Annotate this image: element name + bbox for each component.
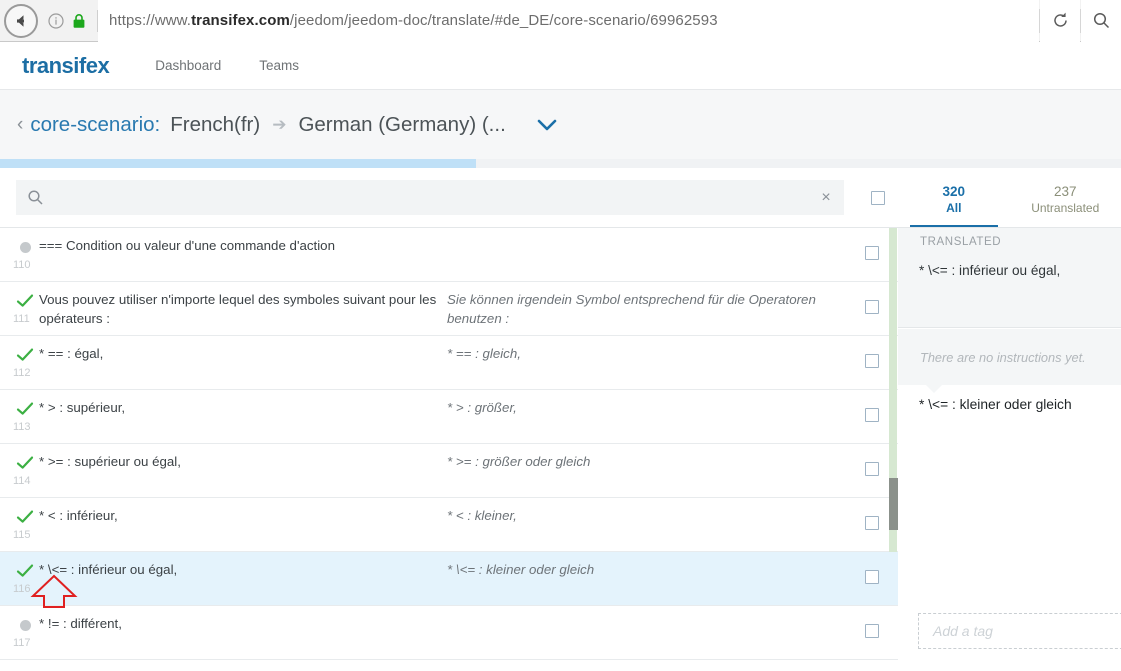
row-number: 113 <box>13 421 31 433</box>
browser-actions <box>1039 0 1121 42</box>
row-checkbox[interactable] <box>865 354 879 368</box>
reload-icon[interactable] <box>1040 0 1080 42</box>
string-detail-panel: TRANSLATED * \<= : inférieur ou égal, Th… <box>898 228 1121 671</box>
row-target-text[interactable]: * \<= : kleiner oder gleich <box>447 560 847 579</box>
url-protocol: https://www. <box>109 12 192 29</box>
list-scrollbar-thumb[interactable] <box>889 478 898 530</box>
row-number: 112 <box>13 367 31 379</box>
add-tag-placeholder: Add a tag <box>933 623 993 639</box>
status-translated-check-icon <box>16 400 34 418</box>
tab-untranslated-count: 237 <box>1053 183 1077 199</box>
row-number: 114 <box>13 475 31 487</box>
translation-progress-track <box>0 159 1121 168</box>
row-number: 116 <box>13 583 31 595</box>
table-row[interactable]: 116 * \<= : inférieur ou égal, * \<= : kle… <box>0 552 898 606</box>
browser-search-icon[interactable] <box>1081 0 1121 42</box>
url-host: transifex.com <box>191 12 290 29</box>
row-number: 111 <box>13 313 30 325</box>
detail-source-section: TRANSLATED * \<= : inférieur ou égal, <box>898 228 1121 328</box>
lock-icon <box>72 13 86 29</box>
status-translated-check-icon <box>16 346 34 364</box>
tab-untranslated[interactable]: 237 Untranslated <box>1010 168 1121 228</box>
row-number: 115 <box>13 529 31 541</box>
language-breadcrumb-bar: ‹ core-scenario: French(fr) ➔ German (Ge… <box>0 89 1121 159</box>
search-clear-button[interactable]: × <box>808 180 844 215</box>
row-checkbox[interactable] <box>865 516 879 530</box>
row-target-text[interactable]: * >= : größer oder gleich <box>447 452 847 471</box>
browser-toolbar: https://www.transifex.com/jeedom/jeedom-… <box>0 0 1121 42</box>
row-source-text[interactable]: * >= : supérieur ou égal, <box>39 452 439 471</box>
detail-status-label: TRANSLATED <box>920 236 1002 248</box>
table-row[interactable]: 113 * > : supérieur, * > : größer, <box>0 390 898 444</box>
detail-instructions-text: There are no instructions yet. <box>920 349 1086 365</box>
tab-all-count: 320 <box>942 183 966 199</box>
url-path: /jeedom/jeedom-doc/translate/#de_DE/core… <box>289 12 718 29</box>
row-source-text[interactable]: * == : égal, <box>39 344 439 363</box>
status-translated-check-icon <box>16 508 34 526</box>
nav-link-teams[interactable]: Teams <box>259 58 299 73</box>
status-translated-check-icon <box>16 454 34 472</box>
search-input[interactable] <box>53 190 808 205</box>
detail-source-text: * \<= : inférieur ou égal, <box>919 263 1061 278</box>
row-target-text[interactable]: * == : gleich, <box>447 344 847 363</box>
search-toolbar: × <box>0 168 858 228</box>
status-translated-check-icon <box>16 292 34 310</box>
target-language-label: German (Germany) (... <box>298 112 506 136</box>
search-box[interactable]: × <box>16 180 844 215</box>
row-checkbox[interactable] <box>865 246 879 260</box>
row-number: 110 <box>13 259 31 271</box>
table-row[interactable]: 114 * >= : supérieur ou égal, * >= : größe… <box>0 444 898 498</box>
app-navbar: transifex Dashboard Teams <box>0 42 1121 89</box>
source-language-label: French(fr) <box>170 112 261 136</box>
translation-progress-fill <box>0 159 477 168</box>
table-row[interactable]: 111 Vous pouvez utiliser n'importe lequel… <box>0 282 898 336</box>
row-checkbox[interactable] <box>865 300 879 314</box>
info-icon[interactable] <box>48 12 64 29</box>
row-source-text[interactable]: * != : différent, <box>39 614 439 633</box>
status-untranslated-dot-icon <box>16 616 34 634</box>
back-arrow-icon[interactable] <box>4 3 38 38</box>
nav-link-dashboard[interactable]: Dashboard <box>155 58 221 73</box>
row-checkbox[interactable] <box>865 570 879 584</box>
breadcrumb-project[interactable]: core-scenario: <box>30 113 160 137</box>
row-target-text[interactable]: * < : kleiner, <box>447 506 847 525</box>
row-source-text[interactable]: Vous pouvez utiliser n'importe lequel de… <box>39 290 439 328</box>
detail-instructions-section: There are no instructions yet. <box>898 329 1121 385</box>
status-untranslated-dot-icon <box>16 238 34 256</box>
list-scrollbar-track[interactable] <box>889 228 898 671</box>
add-tag-field[interactable]: Add a tag <box>918 613 1121 649</box>
row-source-text[interactable]: === Condition ou valeur d'une commande d… <box>39 236 439 255</box>
detail-caret-icon <box>926 385 942 393</box>
transifex-logo[interactable]: transifex <box>22 53 110 79</box>
detail-target-text[interactable]: * \<= : kleiner oder gleich <box>919 395 1115 415</box>
row-checkbox[interactable] <box>865 624 879 638</box>
select-all-checkbox[interactable] <box>871 190 885 205</box>
table-row[interactable]: 115 * < : inférieur, * < : kleiner, <box>0 498 898 552</box>
tab-untranslated-label: Untranslated <box>1031 200 1100 215</box>
row-checkbox[interactable] <box>865 462 879 476</box>
row-source-text[interactable]: * \<= : inférieur ou égal, <box>39 560 439 579</box>
row-checkbox[interactable] <box>865 408 879 422</box>
tab-all[interactable]: 320 All <box>898 168 1010 228</box>
table-row[interactable]: 117 * != : différent, <box>0 606 898 660</box>
row-number: 117 <box>13 637 31 649</box>
table-row[interactable]: 110 === Condition ou valeur d'une command… <box>0 228 898 282</box>
table-row[interactable]: 112 * == : égal, * == : gleich, <box>0 336 898 390</box>
search-icon <box>27 189 44 206</box>
url-text: https://www.transifex.com/jeedom/jeedom-… <box>109 12 718 29</box>
select-all-checkbox-cell[interactable] <box>858 168 898 228</box>
breadcrumb-back-icon[interactable]: ‹ <box>17 115 23 134</box>
language-arrow-icon: ➔ <box>272 114 287 134</box>
chevron-down-icon[interactable] <box>536 118 558 132</box>
row-target-text[interactable]: * > : größer, <box>447 398 847 417</box>
row-target-text[interactable]: Sie können irgendein Symbol entsprechend… <box>447 290 847 328</box>
address-bar[interactable]: https://www.transifex.com/jeedom/jeedom-… <box>98 0 1039 42</box>
status-translated-check-icon <box>16 562 34 580</box>
tab-all-label: All <box>946 200 962 215</box>
row-source-text[interactable]: * < : inférieur, <box>39 506 439 525</box>
translation-string-list: 110 === Condition ou valeur d'une command… <box>0 228 898 671</box>
filter-tabs: 320 All 237 Untranslated <box>898 168 1121 228</box>
row-source-text[interactable]: * > : supérieur, <box>39 398 439 417</box>
